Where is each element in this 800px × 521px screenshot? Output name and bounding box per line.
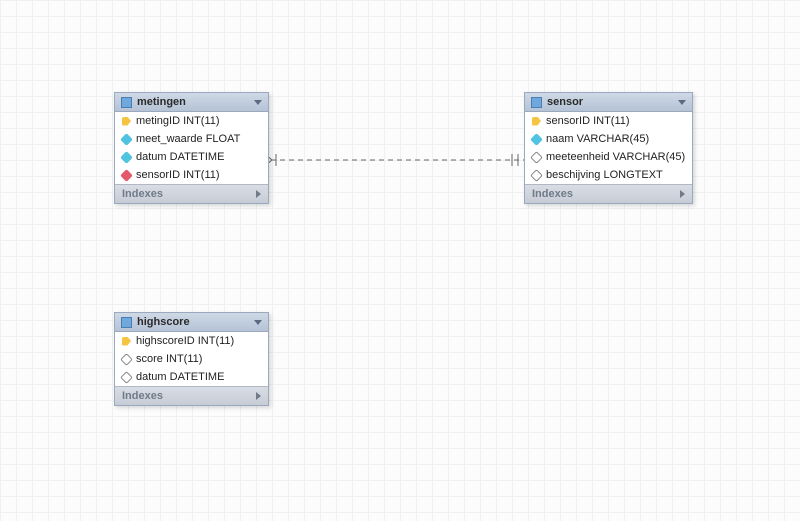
canvas-grid	[0, 0, 800, 521]
table-icon	[531, 97, 542, 108]
column-text: beschijving LONGTEXT	[546, 169, 663, 181]
table-icon	[121, 317, 132, 328]
indexes-section[interactable]: Indexes	[115, 386, 268, 405]
notnull-icon	[120, 133, 133, 146]
column-text: sensorID INT(11)	[136, 169, 220, 181]
table-sensor[interactable]: sensor sensorID INT(11) naam VARCHAR(45)…	[524, 92, 693, 204]
column-row[interactable]: highscoreID INT(11)	[115, 332, 268, 350]
table-title: metingen	[137, 96, 186, 108]
column-text: naam VARCHAR(45)	[546, 133, 649, 145]
table-header[interactable]: highscore	[115, 313, 268, 332]
column-row[interactable]: meeteenheid VARCHAR(45)	[525, 148, 692, 166]
pk-icon	[122, 337, 131, 346]
notnull-icon	[120, 151, 133, 164]
column-text: meeteenheid VARCHAR(45)	[546, 151, 685, 163]
column-text: sensorID INT(11)	[546, 115, 630, 127]
pk-icon	[532, 117, 541, 126]
expand-icon	[256, 190, 261, 198]
table-metingen[interactable]: metingen metingID INT(11) meet_waarde FL…	[114, 92, 269, 204]
nullable-icon	[120, 371, 133, 384]
table-header[interactable]: metingen	[115, 93, 268, 112]
indexes-label: Indexes	[532, 188, 573, 200]
column-row[interactable]: naam VARCHAR(45)	[525, 130, 692, 148]
column-row[interactable]: datum DATETIME	[115, 148, 268, 166]
column-row[interactable]: beschijving LONGTEXT	[525, 166, 692, 184]
indexes-section[interactable]: Indexes	[115, 184, 268, 203]
nullable-icon	[530, 151, 543, 164]
nullable-icon	[120, 353, 133, 366]
table-title: highscore	[137, 316, 190, 328]
indexes-section[interactable]: Indexes	[525, 184, 692, 203]
notnull-icon	[530, 133, 543, 146]
expand-icon	[256, 392, 261, 400]
collapse-icon[interactable]	[678, 100, 686, 105]
collapse-icon[interactable]	[254, 320, 262, 325]
table-icon	[121, 97, 132, 108]
column-row[interactable]: datum DATETIME	[115, 368, 268, 386]
table-header[interactable]: sensor	[525, 93, 692, 112]
fk-icon	[120, 169, 133, 182]
column-row[interactable]: score INT(11)	[115, 350, 268, 368]
table-highscore[interactable]: highscore highscoreID INT(11) score INT(…	[114, 312, 269, 406]
column-row[interactable]: sensorID INT(11)	[115, 166, 268, 184]
expand-icon	[680, 190, 685, 198]
column-row[interactable]: meet_waarde FLOAT	[115, 130, 268, 148]
indexes-label: Indexes	[122, 390, 163, 402]
pk-icon	[122, 117, 131, 126]
column-row[interactable]: sensorID INT(11)	[525, 112, 692, 130]
column-text: meet_waarde FLOAT	[136, 133, 240, 145]
column-text: metingID INT(11)	[136, 115, 220, 127]
nullable-icon	[530, 169, 543, 182]
column-text: datum DATETIME	[136, 151, 224, 163]
indexes-label: Indexes	[122, 188, 163, 200]
column-text: score INT(11)	[136, 353, 202, 365]
column-text: datum DATETIME	[136, 371, 224, 383]
column-row[interactable]: metingID INT(11)	[115, 112, 268, 130]
collapse-icon[interactable]	[254, 100, 262, 105]
table-title: sensor	[547, 96, 583, 108]
column-text: highscoreID INT(11)	[136, 335, 234, 347]
